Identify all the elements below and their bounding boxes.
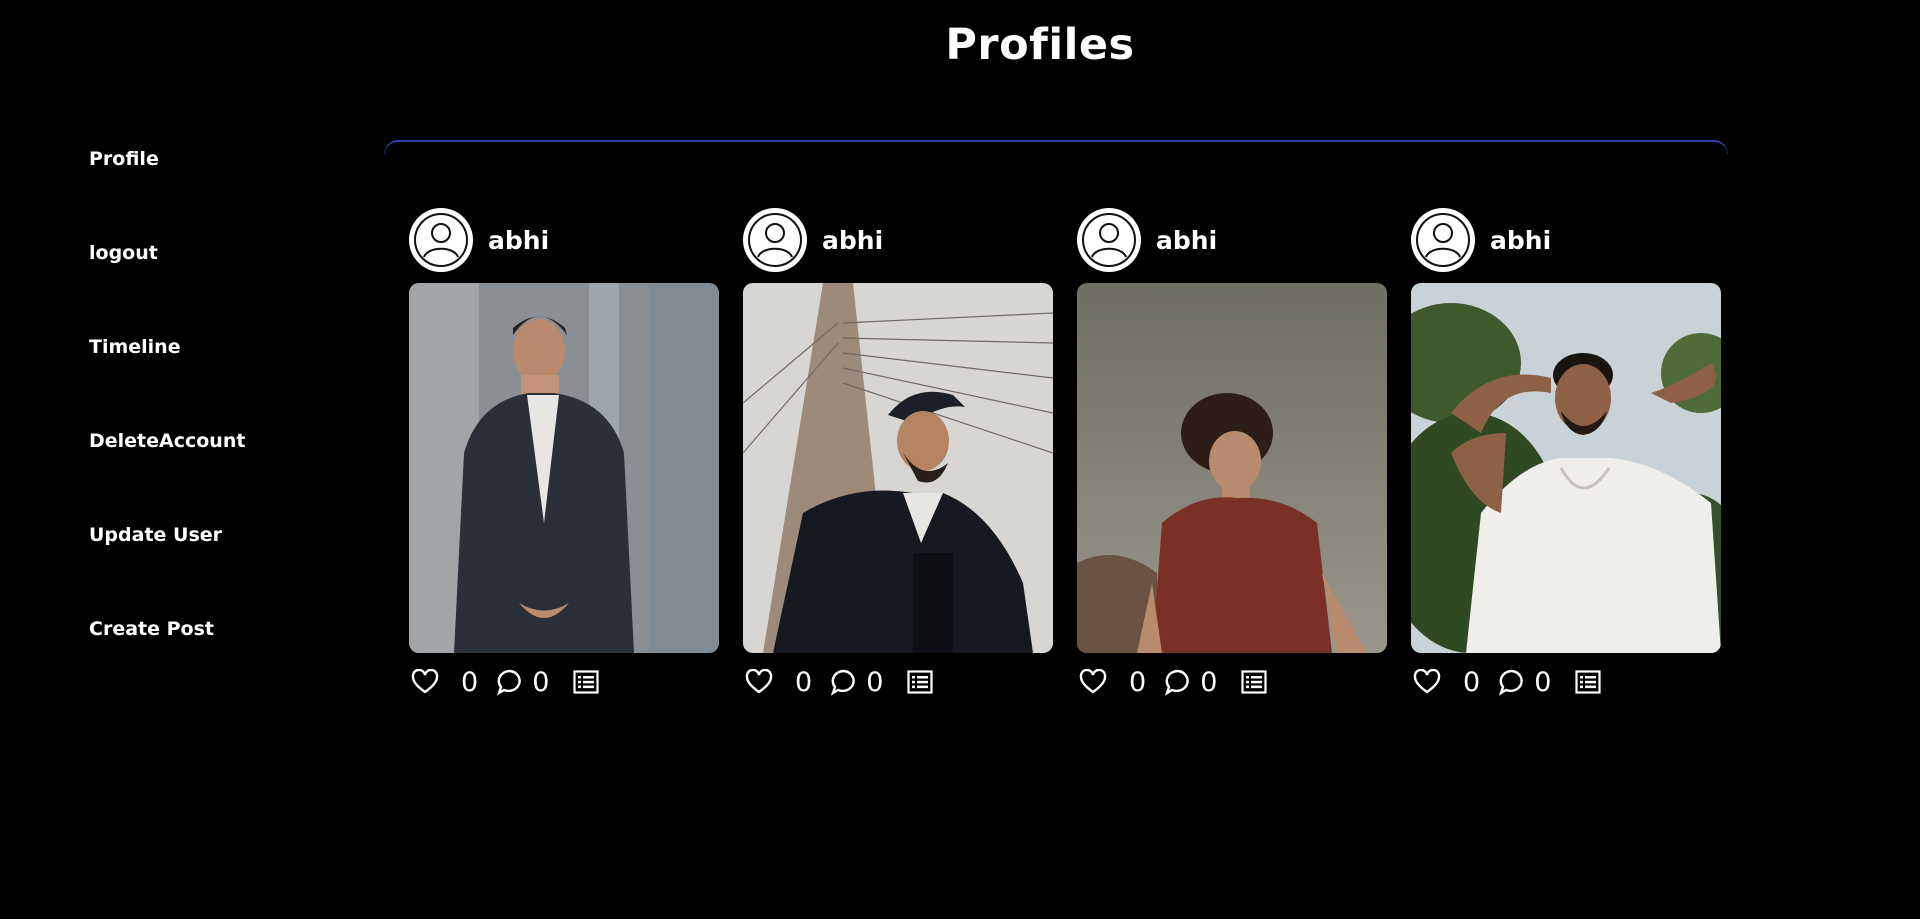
photo-man-in-cap-bridge[interactable] <box>743 283 1053 653</box>
comment-bubble-icon[interactable] <box>830 668 858 696</box>
post-card: abhi 0 0 <box>743 208 1053 698</box>
sidebar-item-profile[interactable]: Profile <box>89 140 245 234</box>
post-header: abhi <box>1411 208 1721 272</box>
post-username[interactable]: abhi <box>1490 226 1551 255</box>
avatar[interactable] <box>1077 208 1141 272</box>
list-icon[interactable] <box>573 670 599 694</box>
page-title: Profiles <box>945 20 1135 70</box>
sidebar-item-delete-account[interactable]: DeleteAccount <box>89 422 245 516</box>
sidebar-item-create-post[interactable]: Create Post <box>89 610 245 704</box>
post-card: abhi 0 0 <box>1077 208 1387 698</box>
comment-count: 0 <box>1534 666 1552 698</box>
content-divider <box>384 140 1728 154</box>
like-count: 0 <box>461 666 479 698</box>
like-count: 0 <box>795 666 813 698</box>
list-icon[interactable] <box>1241 670 1267 694</box>
post-card: abhi 0 0 <box>409 208 719 698</box>
post-actions: 0 0 <box>409 666 719 698</box>
heart-icon[interactable] <box>1079 669 1107 695</box>
avatar[interactable] <box>409 208 473 272</box>
list-icon[interactable] <box>1575 670 1601 694</box>
post-username[interactable]: abhi <box>488 226 549 255</box>
post-header: abhi <box>1077 208 1387 272</box>
comment-bubble-icon[interactable] <box>496 668 524 696</box>
post-actions: 0 0 <box>1411 666 1721 698</box>
sidebar-item-logout[interactable]: logout <box>89 234 245 328</box>
user-circle-icon <box>1416 213 1470 267</box>
user-circle-icon <box>1082 213 1136 267</box>
heart-icon[interactable] <box>745 669 773 695</box>
comment-count: 0 <box>866 666 884 698</box>
post-actions: 0 0 <box>743 666 1053 698</box>
like-count: 0 <box>1463 666 1481 698</box>
user-circle-icon <box>414 213 468 267</box>
post-header: abhi <box>409 208 719 272</box>
page: Profiles Profile logout Timeline DeleteA… <box>0 0 1920 919</box>
post-actions: 0 0 <box>1077 666 1387 698</box>
list-icon[interactable] <box>907 670 933 694</box>
heart-icon[interactable] <box>1413 669 1441 695</box>
photo-man-in-suit[interactable] <box>409 283 719 653</box>
like-count: 0 <box>1129 666 1147 698</box>
comment-count: 0 <box>1200 666 1218 698</box>
sidebar-item-timeline[interactable]: Timeline <box>89 328 245 422</box>
comment-count: 0 <box>532 666 550 698</box>
photo-man-white-tshirt[interactable] <box>1411 283 1721 653</box>
heart-icon[interactable] <box>411 669 439 695</box>
comment-bubble-icon[interactable] <box>1164 668 1192 696</box>
sidebar: Profile logout Timeline DeleteAccount Up… <box>89 140 245 704</box>
comment-bubble-icon[interactable] <box>1498 668 1526 696</box>
avatar[interactable] <box>743 208 807 272</box>
sidebar-item-update-user[interactable]: Update User <box>89 516 245 610</box>
post-username[interactable]: abhi <box>822 226 883 255</box>
post-username[interactable]: abhi <box>1156 226 1217 255</box>
user-circle-icon <box>748 213 802 267</box>
post-card: abhi 0 0 <box>1411 208 1721 698</box>
post-header: abhi <box>743 208 1053 272</box>
avatar[interactable] <box>1411 208 1475 272</box>
photo-man-red-shirt[interactable] <box>1077 283 1387 653</box>
